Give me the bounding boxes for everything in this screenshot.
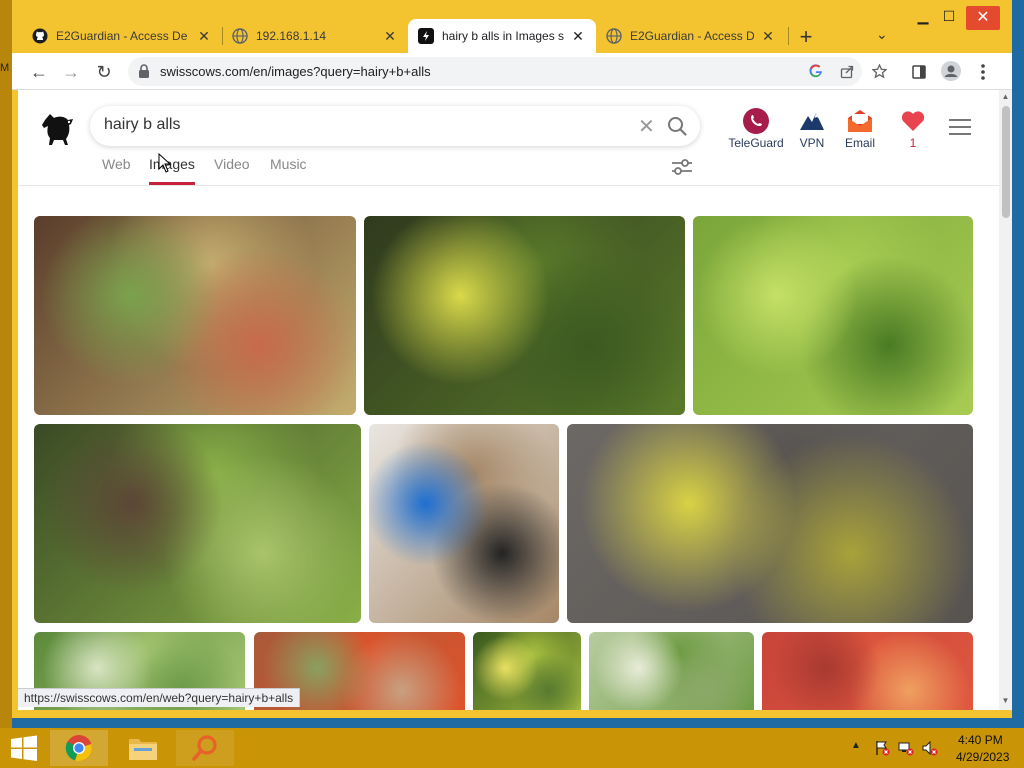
email-label: Email: [844, 136, 875, 150]
image-result[interactable]: [589, 632, 754, 710]
vpn-link[interactable]: VPN: [792, 106, 832, 150]
maximize-button[interactable]: ☐: [934, 8, 964, 25]
taskbar-file-explorer[interactable]: [114, 730, 172, 766]
tab-title: 192.168.1.14: [256, 29, 327, 43]
address-bar[interactable]: swisscows.com/en/images?query=hairy+b+al…: [128, 57, 888, 86]
search-box[interactable]: hairy b alls ✕: [90, 106, 700, 146]
scroll-up-arrow-icon[interactable]: ▲: [999, 92, 1012, 101]
window-close-button[interactable]: ✕: [966, 6, 1000, 30]
clock-time[interactable]: 4:40 PM: [958, 733, 1003, 747]
image-result[interactable]: [762, 632, 973, 710]
email-icon: [840, 106, 880, 136]
vpn-icon: [792, 106, 832, 136]
tab-video[interactable]: Video: [214, 156, 250, 172]
tray-overflow-icon[interactable]: ▲: [851, 740, 861, 751]
image-result[interactable]: [693, 216, 973, 415]
swisscows-logo-icon[interactable]: [40, 108, 76, 146]
share-icon[interactable]: [837, 62, 857, 83]
tab-strip: E2Guardian - Access De ✕ 192.168.1.14 ✕ …: [12, 0, 1012, 53]
tab-swisscows-images[interactable]: hairy b alls in Images se ✕: [408, 19, 596, 53]
mouse-cursor-icon: [158, 153, 172, 173]
tab-title: hairy b alls in Images se: [442, 29, 564, 43]
side-panel-icon[interactable]: [908, 61, 930, 83]
tab-close-icon[interactable]: ✕: [570, 28, 586, 45]
hamburger-menu-icon[interactable]: [948, 118, 972, 136]
vpn-label: VPN: [799, 136, 825, 150]
folder-icon: [129, 739, 157, 760]
tab-e2guardian-2[interactable]: E2Guardian - Access De ✕: [596, 19, 786, 53]
network-icon[interactable]: [898, 740, 914, 759]
tab-ip-address[interactable]: 192.168.1.14 ✕: [222, 19, 408, 53]
clear-search-icon[interactable]: ✕: [638, 114, 655, 139]
action-center-flag-icon[interactable]: [874, 740, 890, 759]
globe-icon: [232, 28, 248, 44]
email-link[interactable]: Email: [840, 106, 880, 150]
search-input[interactable]: hairy b alls: [104, 116, 180, 134]
image-result[interactable]: [369, 424, 559, 623]
favorites-link[interactable]: 1: [898, 106, 928, 150]
chrome-icon: [65, 735, 92, 762]
image-result[interactable]: [34, 424, 361, 623]
tab-title: E2Guardian - Access De: [630, 29, 754, 43]
scroll-down-arrow-icon[interactable]: ▼: [999, 696, 1012, 705]
clock-date[interactable]: 4/29/2023: [956, 750, 1009, 764]
forward-button[interactable]: →: [60, 61, 82, 83]
image-result[interactable]: [34, 216, 356, 415]
browser-window: E2Guardian - Access De ✕ 192.168.1.14 ✕ …: [12, 0, 1012, 718]
back-button[interactable]: ←: [28, 61, 50, 83]
tab-title: E2Guardian - Access De: [56, 29, 188, 43]
tab-divider: [788, 27, 789, 45]
page-viewport: hairy b alls ✕ Web Images Video Music Te…: [18, 90, 999, 710]
page-scrollbar[interactable]: ▲ ▼: [999, 90, 1012, 710]
search-icon[interactable]: [666, 115, 688, 137]
filter-settings-icon[interactable]: [670, 156, 694, 178]
globe-icon: [606, 28, 622, 44]
bookmark-star-icon[interactable]: [869, 62, 889, 83]
new-tab-button[interactable]: +: [794, 24, 818, 50]
image-result[interactable]: [473, 632, 581, 710]
tab-web[interactable]: Web: [102, 156, 131, 172]
windows-start-icon[interactable]: [10, 735, 38, 761]
teleguard-icon: [724, 106, 788, 136]
image-result[interactable]: [567, 424, 973, 623]
taskbar-search-app[interactable]: [176, 730, 234, 766]
magnifier-app-icon: [192, 735, 217, 761]
url-text[interactable]: swisscows.com/en/images?query=hairy+b+al…: [160, 64, 431, 79]
profile-avatar[interactable]: [940, 61, 962, 83]
image-result[interactable]: [364, 216, 685, 415]
reload-button[interactable]: ↻: [93, 61, 115, 83]
teleguard-label: TeleGuard: [728, 136, 784, 150]
github-icon: [32, 28, 48, 44]
scrollbar-thumb[interactable]: [1002, 106, 1010, 218]
browser-menu-icon[interactable]: [972, 61, 994, 83]
tab-search-dropdown-icon[interactable]: ⌄: [876, 26, 888, 43]
link-status-tooltip: https://swisscows.com/en/web?query=hairy…: [18, 688, 301, 707]
tab-e2guardian-1[interactable]: E2Guardian - Access De ✕: [22, 19, 222, 53]
tab-close-icon[interactable]: ✕: [196, 28, 212, 45]
volume-muted-icon[interactable]: [922, 740, 938, 759]
tab-close-icon[interactable]: ✕: [760, 28, 776, 45]
heart-icon: [898, 106, 928, 136]
swisscows-icon: [418, 28, 434, 44]
tab-music[interactable]: Music: [270, 156, 307, 172]
active-tab-indicator: [149, 182, 195, 185]
lock-icon[interactable]: [138, 64, 150, 78]
teleguard-link[interactable]: TeleGuard: [724, 106, 788, 150]
taskbar-chrome[interactable]: [50, 730, 108, 766]
desktop-background: [0, 0, 12, 728]
browser-toolbar: ← → ↻ swisscows.com/en/images?query=hair…: [12, 53, 1012, 90]
favorites-count: 1: [909, 136, 917, 150]
tab-close-icon[interactable]: ✕: [382, 28, 398, 45]
desktop-label: M: [0, 62, 10, 74]
google-icon[interactable]: [806, 62, 826, 82]
